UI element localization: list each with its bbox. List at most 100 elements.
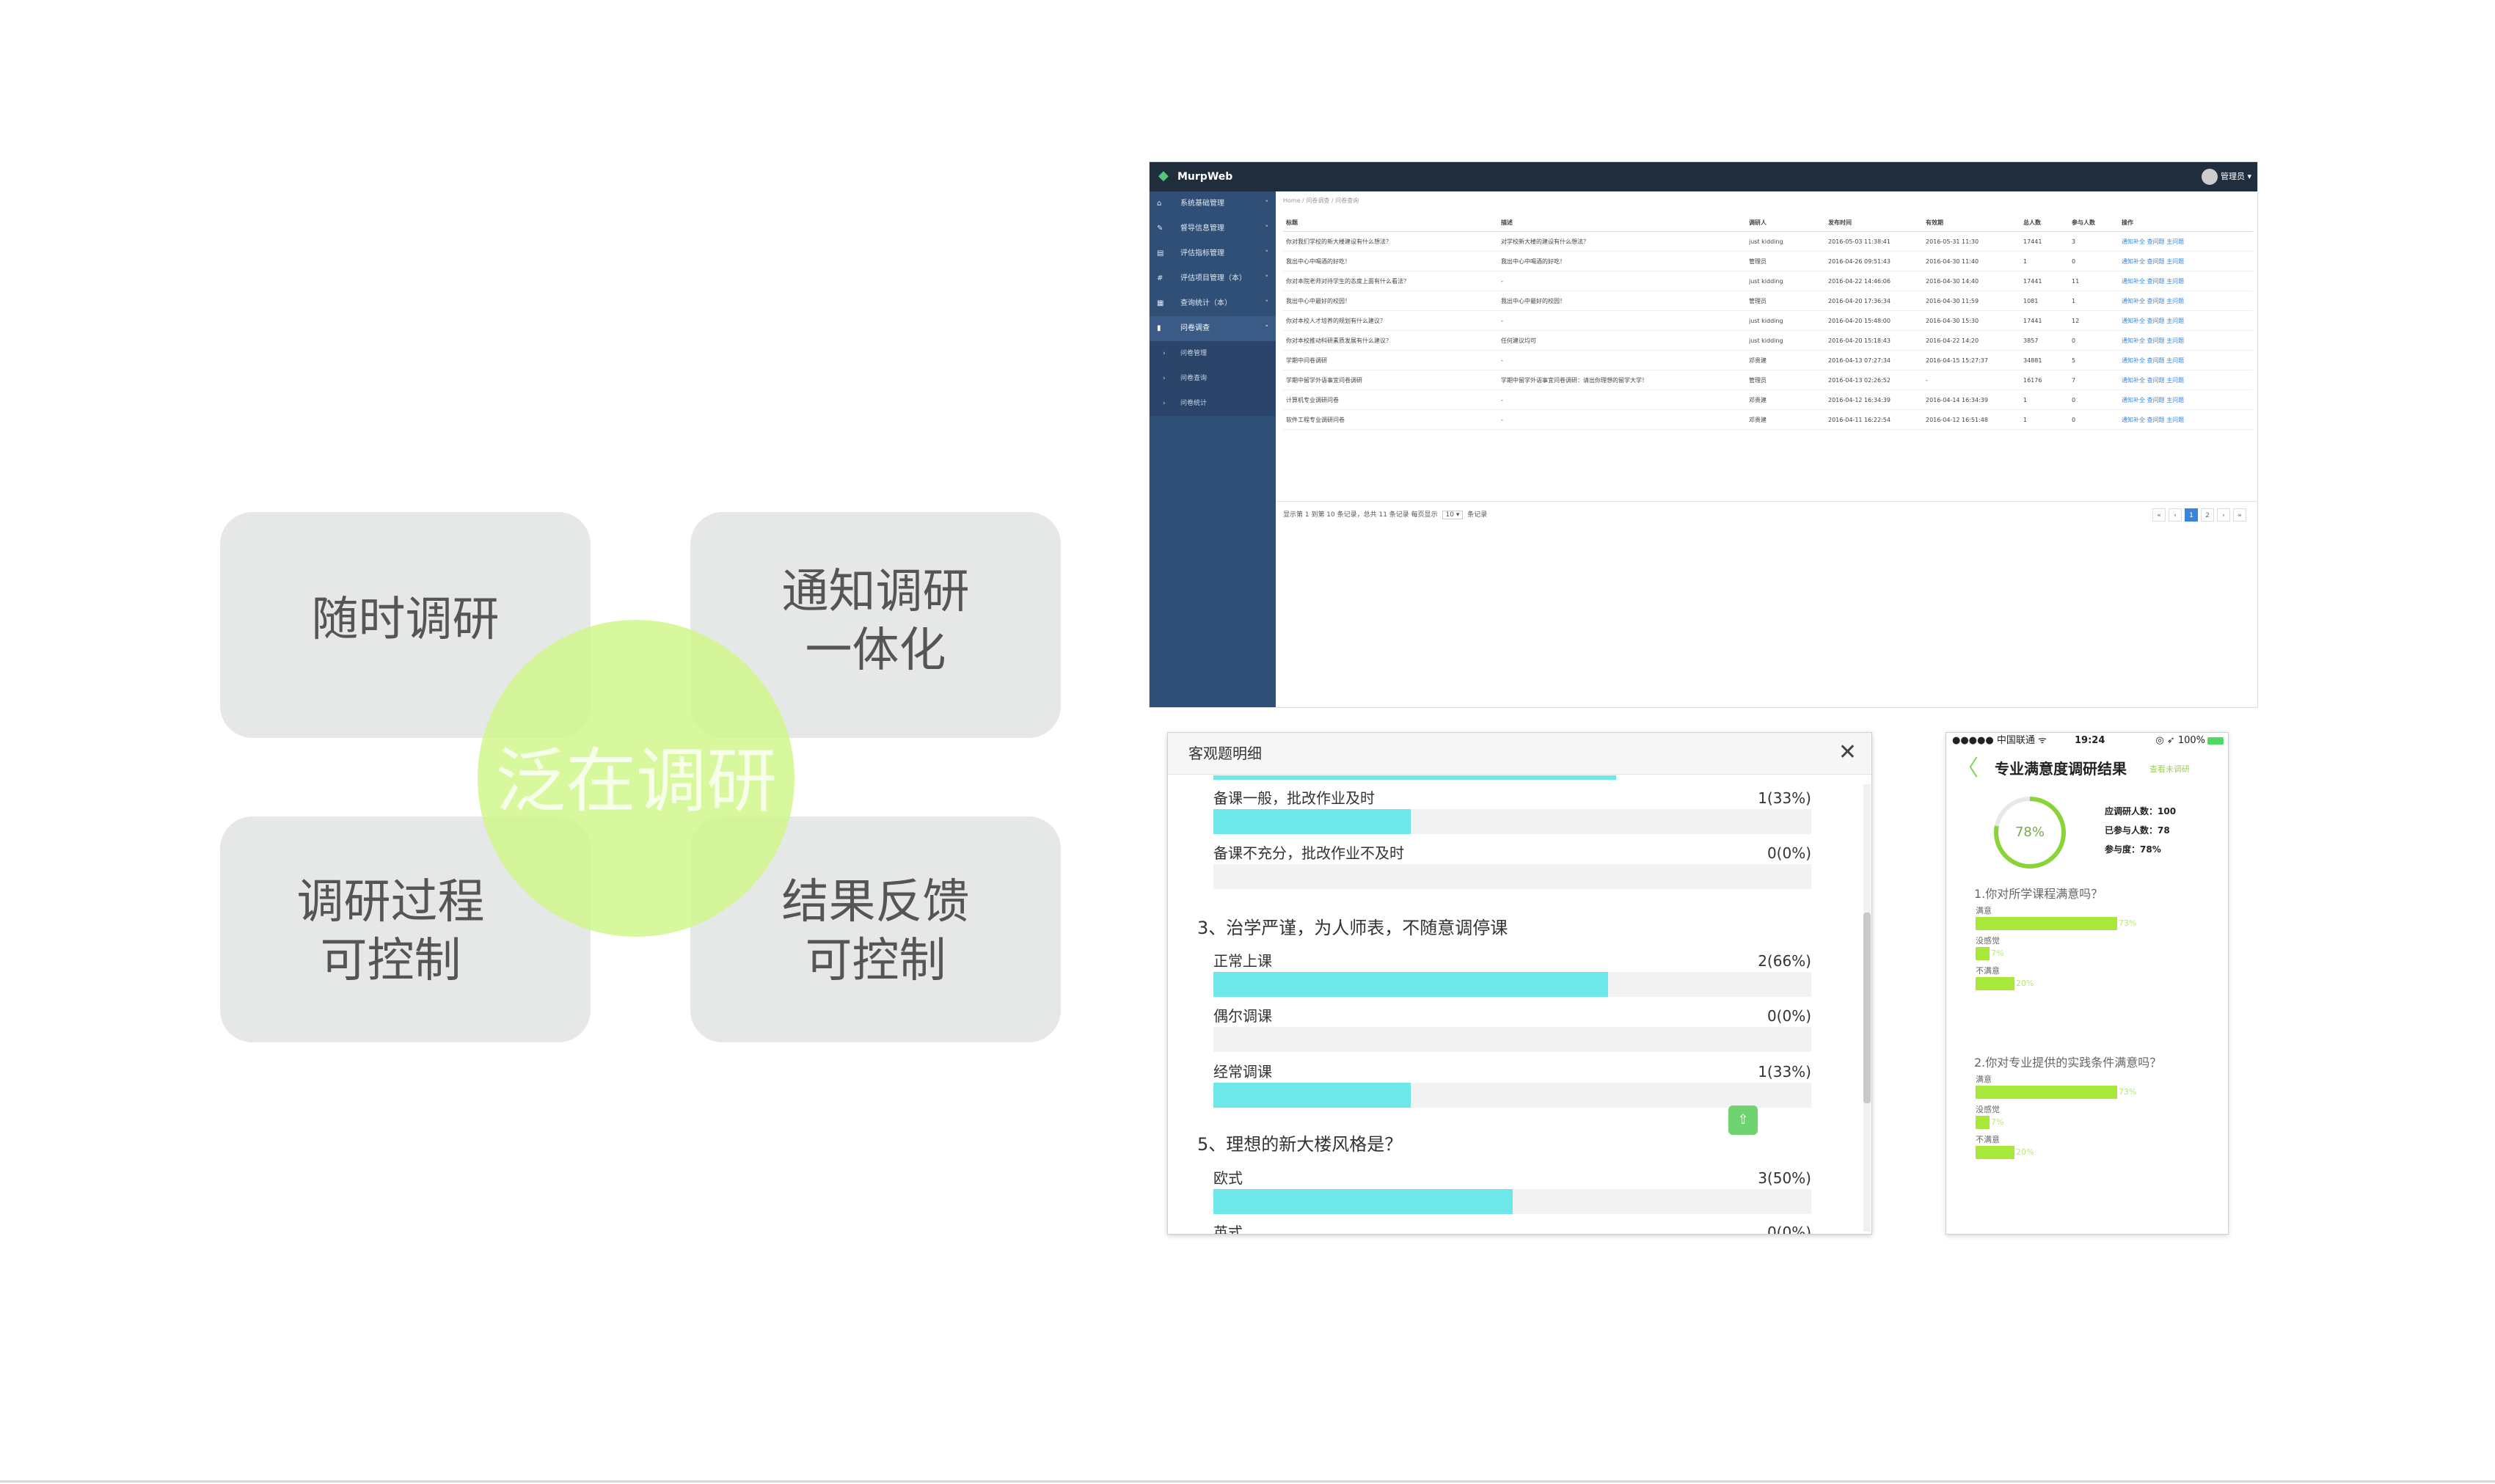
column-header: 标题 <box>1283 213 1498 232</box>
row-actions[interactable]: 通知补全 查问题 主问题 <box>2119 271 2253 291</box>
option-bar <box>1213 1027 1811 1052</box>
pager-next[interactable]: › <box>2217 508 2230 522</box>
sidebar-item-statistics[interactable]: ▦ 查询统计（本） ˅ <box>1150 291 1276 316</box>
chevron-right-icon: › <box>1163 400 1166 407</box>
table-cell: 17441 <box>2020 271 2069 291</box>
option-bar <box>1213 864 1811 889</box>
calendar-icon: ▤ <box>1157 249 1164 257</box>
table-cell: 2016-04-30 14:40 <box>1923 271 2020 291</box>
scrollbar-thumb[interactable] <box>1863 913 1871 1103</box>
table-header-row: 标题 描述 调研人 发布时间 有效期 总人数 参与人数 操作 <box>1283 213 2253 232</box>
row-actions[interactable]: 通知补全 查问题 主问题 <box>2119 370 2253 390</box>
row-actions[interactable]: 通知补全 查问题 主问题 <box>2119 330 2253 351</box>
table-cell: 11 <box>2069 271 2119 291</box>
table-cell: 邓贵建 <box>1746 390 1825 410</box>
sidebar-subitem-stats[interactable]: › 问卷统计 <box>1150 391 1276 416</box>
back-icon[interactable]: 〈 <box>1957 755 1979 783</box>
mobile-screenshot: ●●●●● 中国联通 ᯤ 19:24 ◎ ➶ 100% 〈 专业满意度调研结果 … <box>1946 732 2229 1235</box>
chevron-down-icon: ˅ <box>1265 225 1269 233</box>
battery-indicator: ◎ ➶ 100% <box>2155 733 2224 749</box>
admin-screenshot: ◆ MurpWeb 管理员 ▾ ⌂ 系统基础管理 ˅ ✎ 督导信息管理 ˅ ▤ 评估指标管… <box>1149 161 2258 708</box>
sidebar-subitem-manage[interactable]: › 问卷管理 <box>1150 341 1276 366</box>
user-menu[interactable]: 管理员 ▾ <box>2201 168 2251 186</box>
question-title: 2.你对专业提供的实践条件满意吗？ <box>1974 1056 2162 1070</box>
table-cell: 2016-04-20 15:48:00 <box>1825 310 1923 331</box>
stat-joined: 已参与人数：78 <box>2105 825 2170 836</box>
table-cell: 邓贵建 <box>1746 350 1825 370</box>
record-summary: 显示第 1 到第 10 条记录，总共 11 条记录 每页显示 <box>1283 511 1438 519</box>
table-cell: 2016-04-26 09:51:43 <box>1825 251 1923 271</box>
table-cell: 管理员 <box>1746 251 1825 271</box>
user-name: 管理员 <box>2220 172 2245 181</box>
table-cell: 邓贵建 <box>1746 409 1825 430</box>
option-label: 没感觉 <box>1976 936 2000 946</box>
table-cell: 2016-04-30 15:30 <box>1923 310 2020 331</box>
table-cell: 2016-05-31 11:30 <box>1923 231 2020 252</box>
pager-prev[interactable]: ‹ <box>2169 508 2182 522</box>
stat-rate: 参与度：78% <box>2105 844 2161 855</box>
survey-icon: ▮ <box>1157 324 1161 332</box>
pager-first[interactable]: « <box>2152 508 2166 522</box>
option-label: 不满意 <box>1976 1135 2000 1144</box>
page-size-select[interactable]: 10 ▾ <box>1442 511 1464 519</box>
row-actions[interactable]: 通知补全 查问题 主问题 <box>2119 350 2253 370</box>
table-cell: 12 <box>2069 310 2119 331</box>
row-actions[interactable]: 通知补全 查问题 主问题 <box>2119 290 2253 311</box>
table-cell: 计算机专业调研问卷 <box>1283 390 1498 410</box>
close-icon[interactable]: ✕ <box>1838 740 1857 765</box>
row-actions[interactable]: 通知补全 查问题 主问题 <box>2119 251 2253 271</box>
option-label: 正常上课 <box>1213 952 1272 970</box>
table-row: 你对本校推动科研素质发展有什么建议？ 任何建议均可 just kidding 2016… <box>1283 330 2253 351</box>
sidebar-item-system[interactable]: ⌂ 系统基础管理 ˅ <box>1150 191 1276 216</box>
option-bar <box>1213 1083 1811 1108</box>
table-cell: 0 <box>2069 409 2119 430</box>
row-actions[interactable]: 通知补全 查问题 主问题 <box>2119 390 2253 410</box>
status-bar: ●●●●● 中国联通 ᯤ 19:24 ◎ ➶ 100% <box>1946 733 2228 749</box>
row-actions[interactable]: 通知补全 查问题 主问题 <box>2119 409 2253 430</box>
column-header: 调研人 <box>1746 213 1825 232</box>
page-bottom-rule <box>0 1480 2495 1483</box>
table-cell: 16176 <box>2020 370 2069 390</box>
option-bar-fill <box>1213 809 1411 834</box>
table-cell: 2016-04-14 16:34:39 <box>1923 390 2020 410</box>
scroll-top-button[interactable]: ⇧ <box>1728 1105 1758 1135</box>
row-actions[interactable]: 通知补全 查问题 主问题 <box>2119 231 2253 252</box>
column-header: 操作 <box>2119 213 2253 232</box>
page-title: 专业满意度调研结果 <box>1995 760 2127 778</box>
column-header: 参与人数 <box>2069 213 2119 232</box>
option-value: 3(50%) <box>1758 1169 1811 1187</box>
option-bar <box>1976 1146 2014 1159</box>
table-cell: 2016-04-12 16:51:48 <box>1923 409 2020 430</box>
sidebar-item-supervision[interactable]: ✎ 督导信息管理 ˅ <box>1150 216 1276 241</box>
view-unsurveyed-link[interactable]: 查看未调研 <box>2149 762 2190 777</box>
sidebar-item-project[interactable]: # 评估项目管理（本） ˅ <box>1150 266 1276 291</box>
option-label: 欧式 <box>1213 1169 1243 1187</box>
option-bar <box>1213 809 1811 834</box>
sidebar-subitem-query[interactable]: › 问卷查询 <box>1150 366 1276 391</box>
table-cell: - <box>1498 390 1746 410</box>
table-cell: 软件工程专业调研问卷 <box>1283 409 1498 430</box>
table-cell: 学期中问卷调研 <box>1283 350 1498 370</box>
table-cell: 34881 <box>2020 350 2069 370</box>
pager-last[interactable]: » <box>2233 508 2246 522</box>
carrier-label: ●●●●● 中国联通 ᯤ <box>1952 735 2047 746</box>
row-actions[interactable]: 通知补全 查问题 主问题 <box>2119 310 2253 331</box>
chevron-right-icon: › <box>1163 375 1166 382</box>
pager-page-1[interactable]: 1 <box>2185 508 2198 522</box>
concept-label-bottom-right-1: 结果反馈 <box>781 875 970 929</box>
option-label: 没感觉 <box>1976 1105 2000 1114</box>
participation-ring-value: 78% <box>2014 825 2045 840</box>
table-cell: 3 <box>2069 231 2119 252</box>
table-cell: 管理员 <box>1746 370 1825 390</box>
option-bar <box>1976 1086 2117 1099</box>
pager-page-2[interactable]: 2 <box>2201 508 2214 522</box>
table-row: 你对我们学校的新大楼建设有什么想法？ 对学校新大楼的建设有什么想法？ just ki… <box>1283 231 2253 252</box>
concept-label-bottom-right-2: 可控制 <box>805 934 946 988</box>
sidebar-item-survey[interactable]: ▮ 问卷调查 ˄ <box>1150 316 1276 341</box>
option-label: 满意 <box>1976 1075 1992 1084</box>
table-cell: 2016-04-13 02:26:52 <box>1825 370 1923 390</box>
sidebar-item-indicator[interactable]: ▤ 评估指标管理 ˅ <box>1150 241 1276 266</box>
concept-label-top-left: 随时调研 <box>311 593 500 647</box>
table-cell: - <box>1498 271 1746 291</box>
option-label: 不满意 <box>1976 966 2000 976</box>
